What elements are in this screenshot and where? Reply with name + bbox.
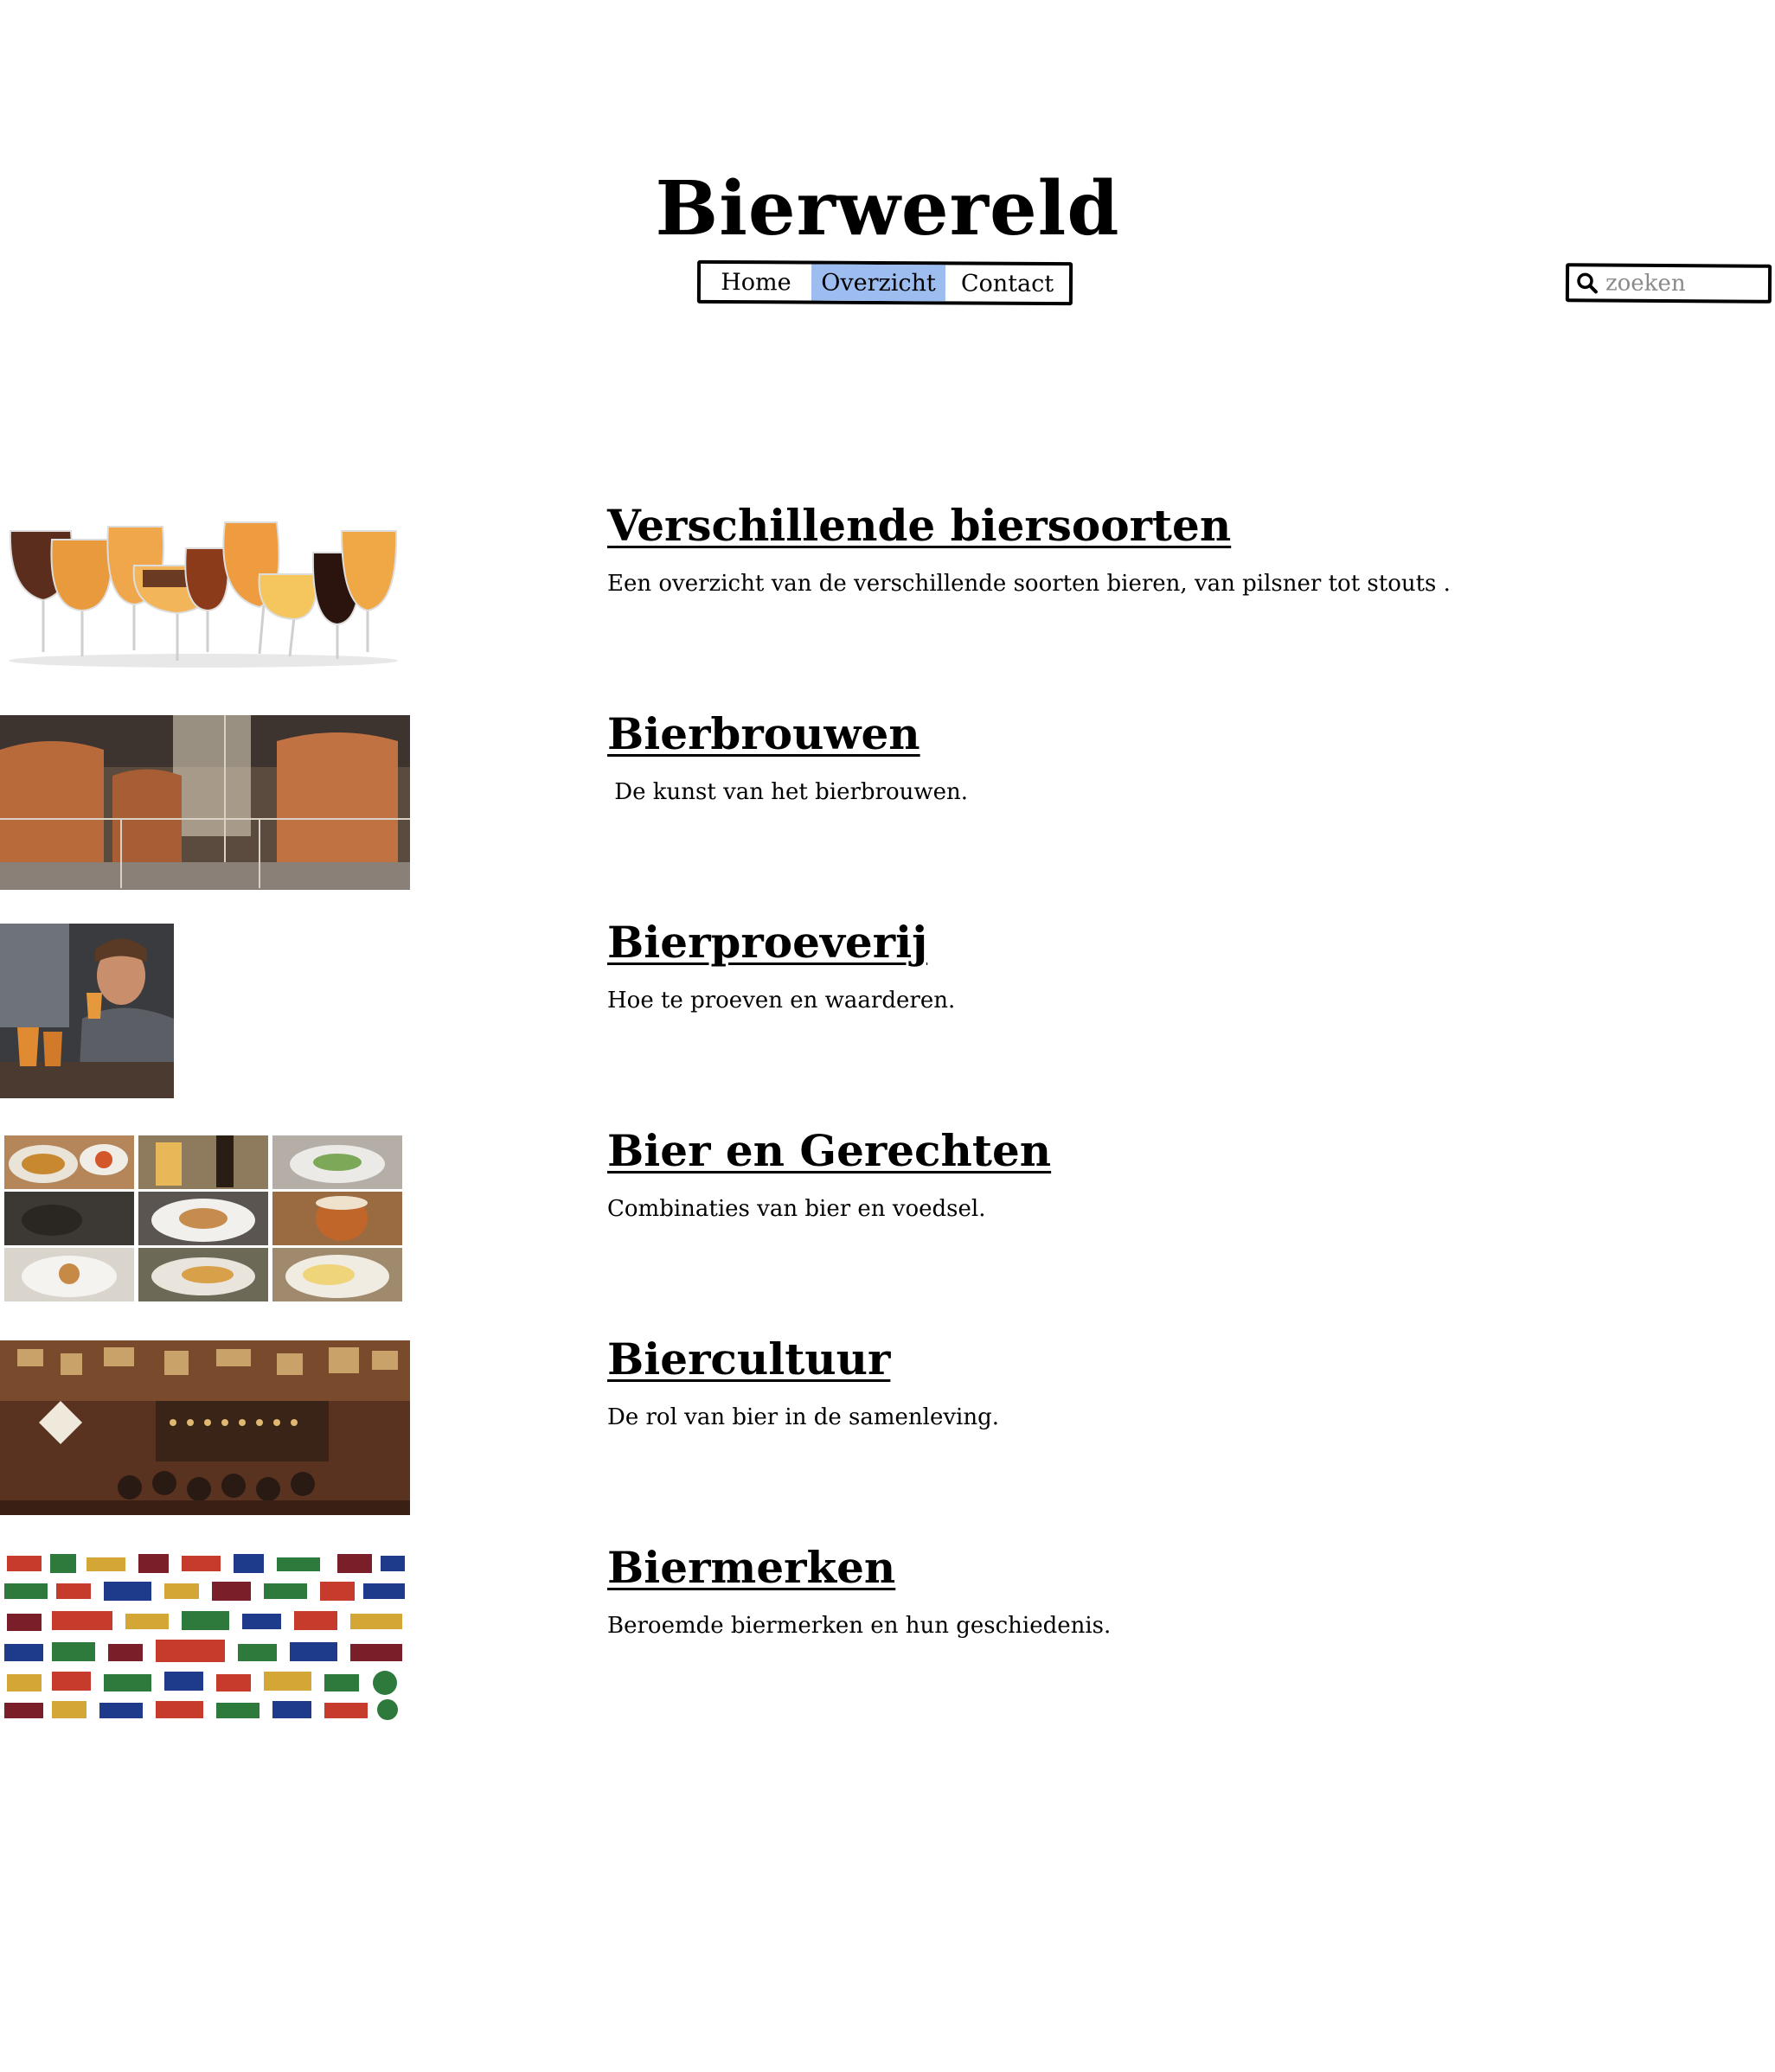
beer-tasting-image xyxy=(0,924,174,1098)
section-description: Beroemde biermerken en hun geschiedenis. xyxy=(607,1613,1112,1639)
beer-culture-pub-image xyxy=(0,1340,410,1515)
section-title[interactable]: Bierbrouwen xyxy=(607,708,920,760)
nav-contact[interactable]: Contact xyxy=(945,265,1069,302)
brewery-image xyxy=(0,715,410,890)
nav-home[interactable]: Home xyxy=(701,264,811,301)
beer-glasses-image xyxy=(0,514,407,669)
section-description: De kunst van het bierbrouwen. xyxy=(607,779,969,805)
section-biercultuur: Biercultuur De rol van bier in de samenl… xyxy=(0,1333,1775,1515)
section-title[interactable]: Bier en Gerechten xyxy=(607,1125,1051,1177)
section-title[interactable]: Biermerken xyxy=(607,1542,895,1594)
search-box[interactable] xyxy=(1565,263,1772,304)
section-description: Hoe te proeven en waarderen. xyxy=(607,988,956,1014)
section-bier-en-gerechten: Bier en Gerechten Combinaties van bier e… xyxy=(0,1125,1775,1303)
section-description: Een overzicht van de verschillende soort… xyxy=(607,571,1451,597)
site-title: Bierwereld xyxy=(655,165,1120,253)
main-nav: Home Overzicht Contact xyxy=(696,259,1073,306)
search-input[interactable] xyxy=(1605,269,1762,297)
beer-brands-logos-image xyxy=(0,1549,410,1723)
section-bierproeverij: Bierproeverij Hoe te proeven en waardere… xyxy=(0,917,1775,1098)
section-description: De rol van bier in de samenleving. xyxy=(607,1404,1000,1430)
section-description: Combinaties van bier en voedsel. xyxy=(607,1196,986,1222)
search-icon xyxy=(1577,272,1598,293)
nav-overzicht[interactable]: Overzicht xyxy=(811,264,946,302)
beer-food-collage-image xyxy=(0,1134,407,1303)
section-bierbrouwen: Bierbrouwen De kunst van het bierbrouwen… xyxy=(0,708,1775,890)
section-title[interactable]: Verschillende biersoorten xyxy=(607,500,1231,552)
section-biermerken: Biermerken Beroemde biermerken en hun ge… xyxy=(0,1542,1775,1723)
section-biersoorten: Verschillende biersoorten Een overzicht … xyxy=(0,500,1775,677)
section-title[interactable]: Bierproeverij xyxy=(607,917,927,969)
section-title[interactable]: Biercultuur xyxy=(607,1333,890,1385)
